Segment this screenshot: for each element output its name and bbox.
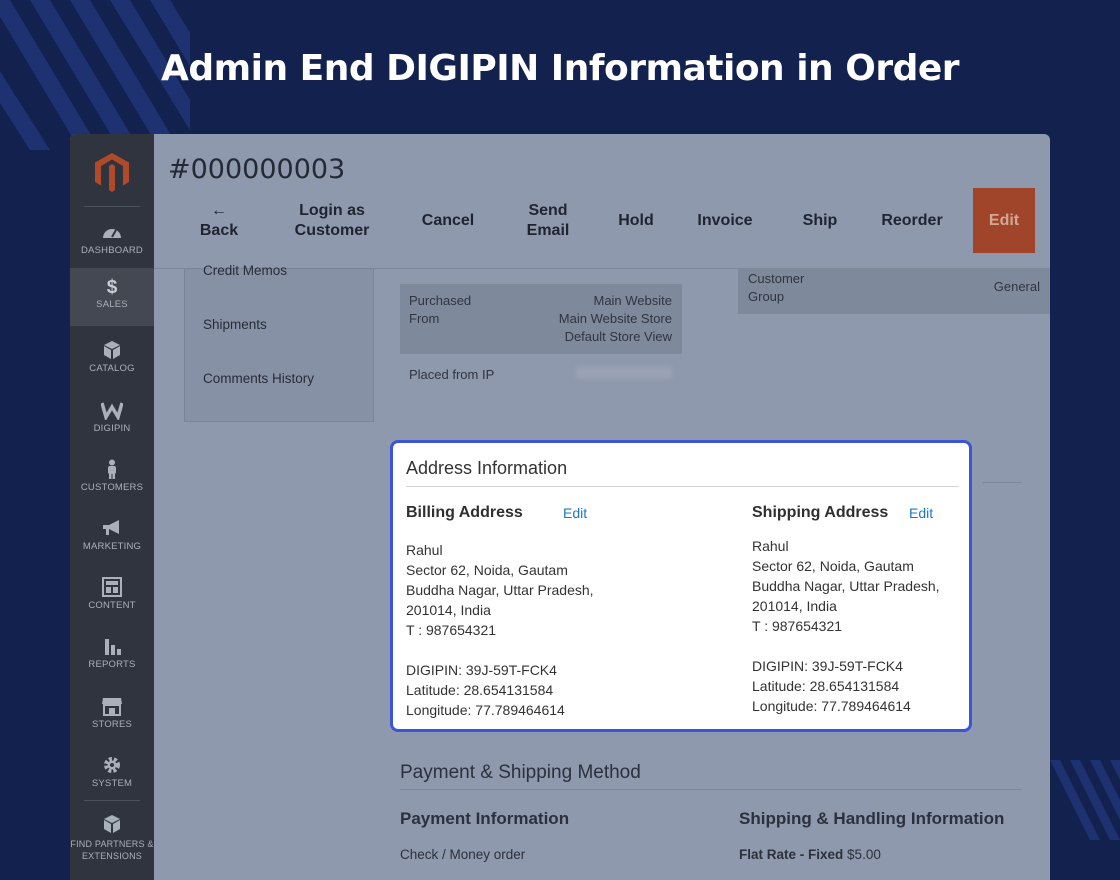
order-action-toolbar: ← Back Login as Customer Cancel Send Ema… [154,188,1050,270]
shipping-address-edit-link[interactable]: Edit [909,505,933,521]
shipping-telephone: T : 987654321 [752,618,843,634]
shipping-handling-title: Shipping & Handling Information [739,809,1005,828]
edit-order-button[interactable]: Edit [973,188,1035,253]
sidebar-item-reports[interactable]: REPORTS [70,624,154,682]
shipping-postcode-country: 201014, India [752,598,837,614]
payment-method-text: Check / Money order [400,847,526,862]
login-as-customer-button[interactable]: Login as Customer [282,188,382,254]
shipping-longitude: Longitude: 77.789464614 [752,698,911,714]
admin-sidebar: DASHBOARD $ SALES CATALOG DIGIPIN CUSTOM… [70,134,154,880]
billing-address-edit-link[interactable]: Edit [563,505,587,521]
page-headline: Admin End DIGIPIN Information in Order [160,48,960,89]
bar-chart-icon [101,636,123,656]
blurred-ip-value [576,367,672,379]
arrow-left-icon: ← [211,202,227,219]
dollar-icon: $ [106,277,118,298]
card-divider [406,486,959,487]
order-information-box: Purchased From Main Website Main Website… [400,284,682,354]
billing-telephone: T : 987654321 [406,622,497,638]
content-layout-icon [101,577,123,597]
section-divider [982,482,1021,483]
sidebar-item-digipin[interactable]: DIGIPIN [70,388,154,446]
magento-logo-icon[interactable] [94,152,130,192]
shipping-digipin: DIGIPIN: 39J-59T-FCK4 [752,658,903,674]
placed-from-ip-label: Placed from IP [409,367,495,382]
shipping-address-heading: Shipping Address [752,504,889,521]
tab-comments-history[interactable]: Comments History [203,371,314,386]
back-button[interactable]: ← Back [184,188,254,254]
sidebar-item-dashboard[interactable]: DASHBOARD [70,210,154,268]
billing-address-heading: Billing Address [406,504,523,521]
sidebar-item-stores[interactable]: STORES [70,684,154,742]
order-view-tabs: Credit Memos Shipments Comments History [184,263,374,422]
person-icon [101,459,123,479]
shipping-city-region: Buddha Nagar, Uttar Pradesh, [752,578,940,594]
sidebar-item-content[interactable]: CONTENT [70,565,154,623]
payment-information-title: Payment Information [400,809,570,828]
billing-street: Sector 62, Noida, Gautam [406,562,568,578]
sidebar-divider [84,206,140,207]
billing-digipin: DIGIPIN: 39J-59T-FCK4 [406,662,557,678]
billing-name: Rahul [406,542,443,558]
background-stripes-bottom-right [1050,760,1120,840]
sidebar-item-customers[interactable]: CUSTOMERS [70,447,154,505]
gear-icon [101,755,123,775]
store-icon [101,696,123,716]
partners-box-icon [101,814,123,834]
shipping-latitude: Latitude: 28.654131584 [752,678,900,694]
section-divider [400,789,1021,790]
sidebar-item-marketing[interactable]: MARKETING [70,506,154,564]
cancel-button[interactable]: Cancel [410,188,486,254]
sidebar-item-catalog[interactable]: CATALOG [70,328,154,386]
tab-credit-memos[interactable]: Credit Memos [203,263,287,277]
customer-group-box: Customer Group General [738,268,1050,314]
address-information-card: Address Information Billing Address Edit… [390,440,972,732]
sidebar-item-system[interactable]: SYSTEM [70,743,154,801]
shipping-street: Sector 62, Noida, Gautam [752,558,914,574]
catalog-box-icon [101,340,123,360]
address-information-title: Address Information [406,458,568,478]
invoice-button[interactable]: Invoice [684,188,766,254]
sidebar-item-find-partners[interactable]: FIND PARTNERS & EXTENSIONS [70,802,154,872]
ship-button[interactable]: Ship [790,188,850,254]
billing-latitude: Latitude: 28.654131584 [406,682,554,698]
shipping-method-text: Flat Rate - Fixed $5.00 [739,847,881,862]
megaphone-icon [101,518,123,538]
billing-longitude: Longitude: 77.789464614 [406,702,565,718]
sidebar-divider [84,800,140,801]
hold-button[interactable]: Hold [606,188,666,254]
tab-shipments[interactable]: Shipments [203,317,267,332]
dashboard-icon [101,222,123,242]
sidebar-item-sales[interactable]: $ SALES [70,268,154,326]
billing-city-region: Buddha Nagar, Uttar Pradesh, [406,582,594,598]
payment-shipping-section-title: Payment & Shipping Method [400,762,641,783]
shipping-name: Rahul [752,538,789,554]
reorder-button[interactable]: Reorder [864,188,960,254]
digipin-w-icon [100,400,124,422]
order-number-title: #000000003 [168,154,346,185]
send-email-button[interactable]: Send Email [512,188,584,254]
billing-postcode-country: 201014, India [406,602,491,618]
